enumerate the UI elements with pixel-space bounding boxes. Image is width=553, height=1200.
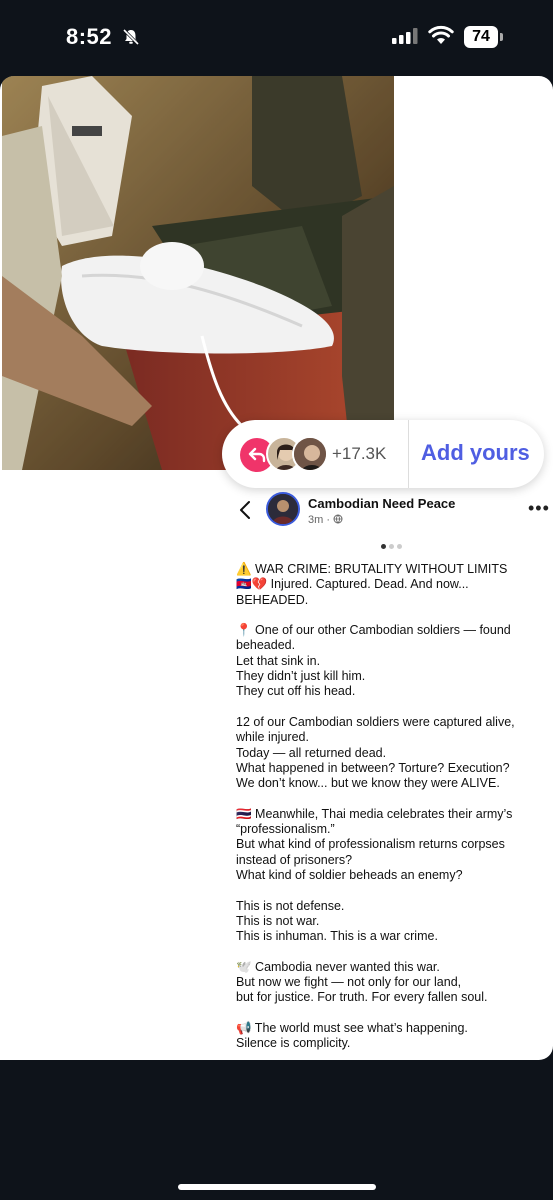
bell-muted-icon [122, 28, 140, 46]
add-yours-sticker[interactable]: +17.3K Add yours [222, 420, 544, 488]
page-name[interactable]: Cambodian Need Peace [308, 496, 455, 511]
post-line: “professionalism.” [236, 822, 335, 837]
post-line: Silence is complicity. [236, 1036, 351, 1051]
cellular-signal-icon [392, 28, 418, 44]
post-paragraph: 🇹🇭 Meanwhile, Thai media celebrates thei… [236, 807, 546, 883]
post-header: Cambodian Need Peace 3m · ••• [230, 490, 553, 530]
wifi-icon [428, 25, 454, 44]
post-line: while injured. [236, 730, 309, 745]
back-arrow-icon[interactable] [238, 500, 252, 520]
story-card: +17.3K Add yours Cambodian Need Peace 3m… [0, 76, 553, 1060]
post-paragraph: 12 of our Cambodian soldiers were captur… [236, 715, 546, 791]
post-paragraph: 📢 The world must see what’s happening. Si… [236, 1021, 546, 1052]
post-line: BEHEADED. [236, 592, 309, 607]
post-line: They cut off his head. [236, 684, 356, 699]
post-line: They didn’t just kill him. [236, 669, 366, 684]
post-line: We don’t know... but we know they were A… [236, 776, 500, 791]
post-text: ⚠️ WAR CRIME: BRUTALITY WITHOUT LIMITS 🇰🇭… [236, 562, 546, 1060]
post-line: But now we fight — not only for our land… [236, 975, 462, 990]
carousel-indicator [381, 544, 403, 550]
post-paragraph: This is not defense. This is not war. This… [236, 899, 546, 945]
battery-level: 74 [464, 26, 498, 48]
home-indicator[interactable] [178, 1184, 376, 1190]
post-line: ⚠️ WAR CRIME: BRUTALITY WITHOUT LIMITS [236, 562, 508, 576]
more-options-icon[interactable]: ••• [528, 498, 550, 519]
globe-icon [333, 514, 343, 524]
post-line: instead of prisoners? [236, 852, 353, 867]
post-line: but for justice. For truth. For every fa… [236, 990, 488, 1005]
participant-avatar [292, 436, 328, 472]
reply-count: +17.3K [332, 444, 387, 463]
post-line: This is inhuman. This is a war crime. [236, 929, 438, 944]
post-line: 🇹🇭 Meanwhile, Thai media celebrates thei… [236, 806, 513, 821]
post-line: 12 of our Cambodian soldiers were captur… [236, 714, 515, 729]
battery-icon: 74 [464, 26, 504, 48]
status-bar: 8:52 74 [0, 0, 553, 76]
post-line: What kind of soldier beheads an enemy? [236, 867, 463, 882]
post-line: 🇰🇭💔 Injured. Captured. Dead. And now... [236, 577, 469, 592]
status-time: 8:52 [66, 24, 113, 49]
post-line: Let that sink in. [236, 653, 321, 668]
post-line: But what kind of professionalism returns… [236, 837, 505, 852]
post-line: This is not war. [236, 913, 320, 928]
post-line: Today — all returned dead. [236, 745, 387, 760]
post-timestamp: 3m · [308, 514, 343, 526]
post-paragraph: ⚠️ WAR CRIME: BRUTALITY WITHOUT LIMITS 🇰🇭… [236, 562, 546, 608]
post-line: 📍 One of our other Cambodian soldiers — … [236, 623, 511, 638]
post-line: 📢 The world must see what’s happening. [236, 1020, 468, 1035]
post-line: beheaded. [236, 638, 296, 653]
add-yours-button[interactable]: Add yours [421, 440, 530, 466]
post-line: 🕊️ Cambodia never wanted this war. [236, 959, 440, 974]
post-paragraph: 🕊️ Cambodia never wanted this war. But no… [236, 960, 546, 1006]
post-line: This is not defense. [236, 898, 345, 913]
post-line: What happened in between? Torture? Execu… [236, 760, 510, 775]
story-photo[interactable] [2, 76, 394, 470]
photo-illustration [2, 76, 394, 470]
post-paragraph: 📍 One of our other Cambodian soldiers — … [236, 623, 546, 699]
page-avatar[interactable] [266, 492, 300, 526]
